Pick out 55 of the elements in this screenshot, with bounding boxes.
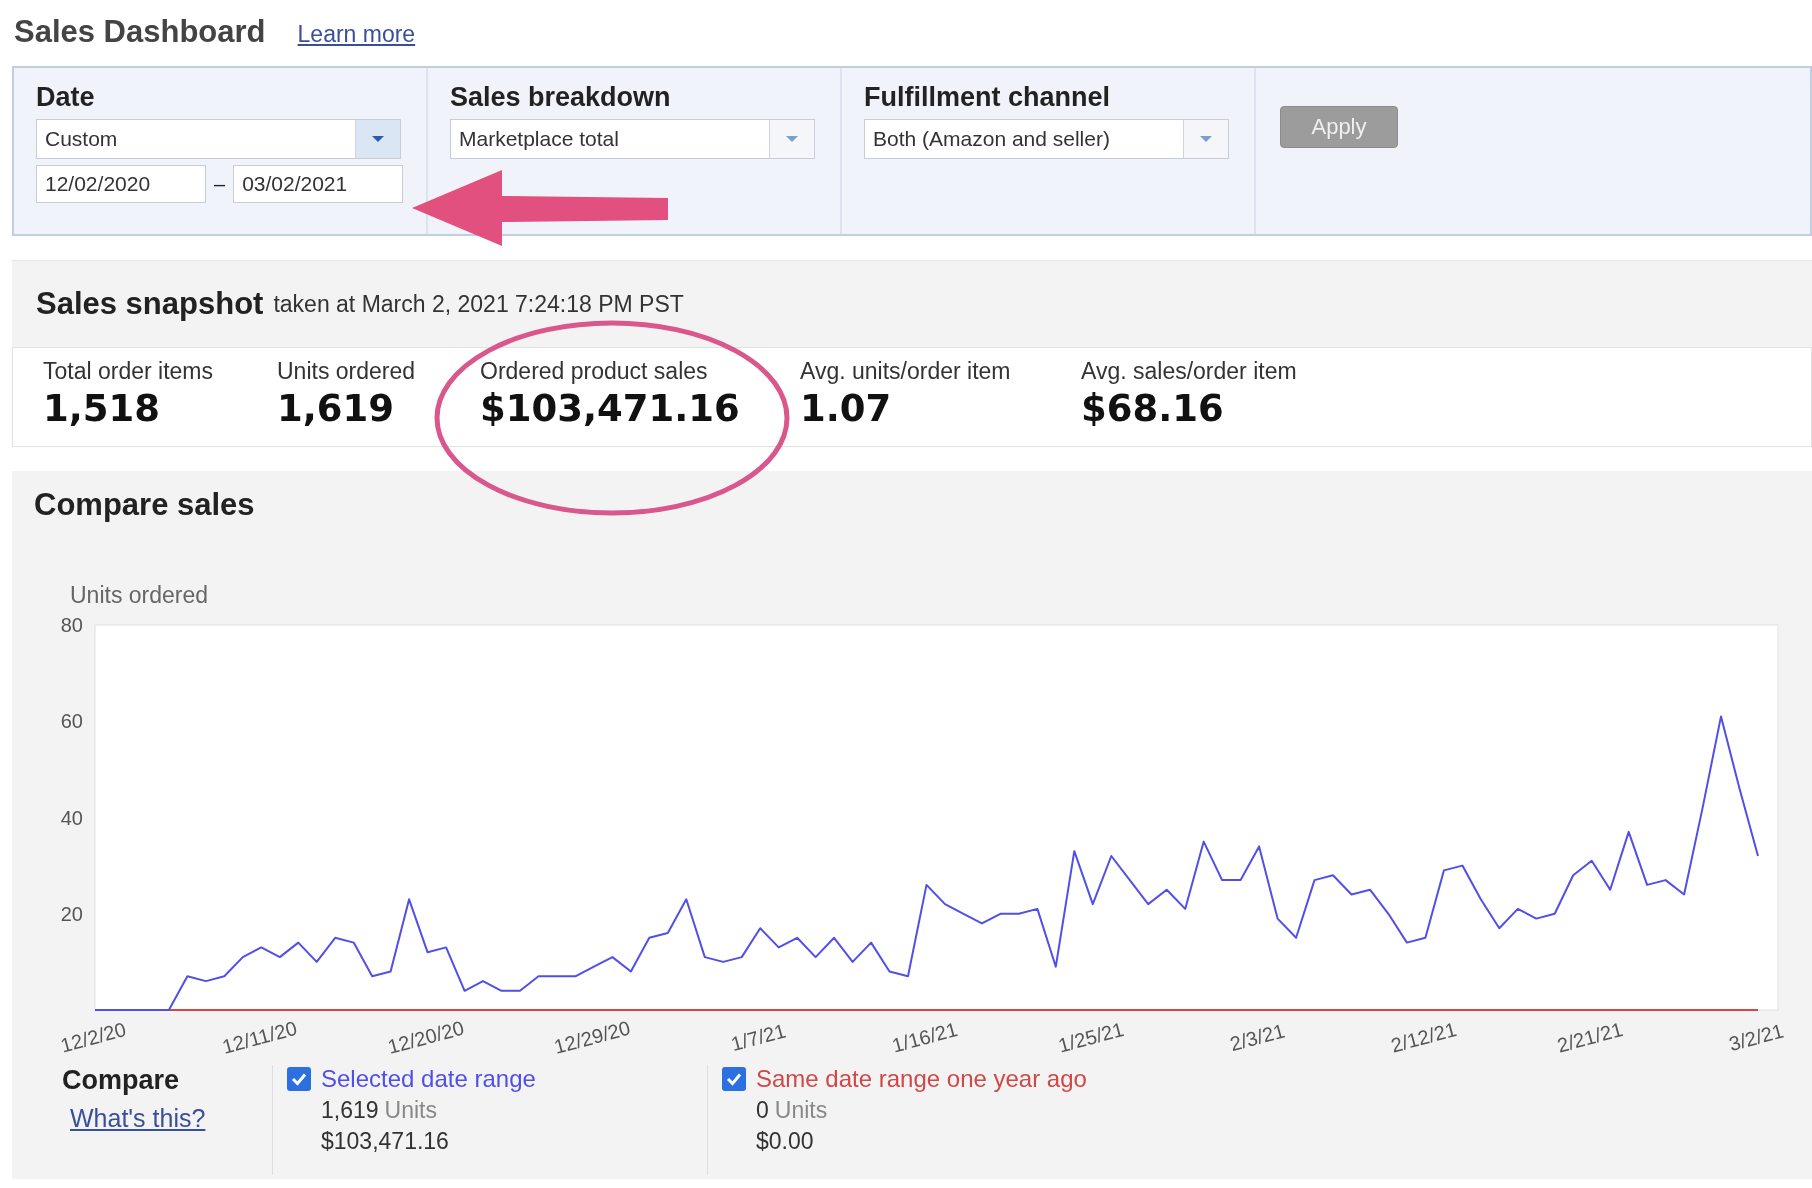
x-tick-label: 1/25/21	[1055, 1018, 1127, 1057]
y-axis-label: Units ordered	[70, 582, 210, 609]
x-tick-label: 12/20/20	[385, 1016, 467, 1058]
metric-label: Units ordered	[277, 358, 417, 385]
caret-icon	[1199, 135, 1213, 143]
section-title: Compare sales	[34, 487, 256, 523]
units-label: Units	[774, 1097, 828, 1124]
x-tick-label: 2/12/21	[1388, 1018, 1459, 1057]
compare-label: Compare	[62, 1065, 181, 1096]
units-label: Units	[384, 1097, 437, 1124]
y-tick-label: 40	[60, 806, 83, 829]
metric-label: Avg. sales/order item	[1081, 358, 1298, 385]
date-separator: –	[214, 172, 226, 196]
series-label: Selected date range	[321, 1065, 536, 1093]
metric-label: Total order items	[43, 358, 214, 385]
x-tick-label: 1/7/21	[728, 1019, 789, 1056]
page-title: Sales Dashboard	[14, 14, 266, 50]
x-tick-label: 3/2/21	[1726, 1019, 1786, 1056]
whats-this-link[interactable]: What's this?	[62, 1104, 272, 1133]
x-tick-label: 2/21/21	[1554, 1018, 1625, 1057]
checkbox[interactable]	[287, 1067, 311, 1091]
caret-icon	[371, 135, 385, 143]
metric-label: Avg. units/order item	[800, 358, 1012, 385]
metric-value: $68.16	[1081, 387, 1225, 430]
dropdown[interactable]: Custom	[36, 119, 401, 159]
y-tick-label: 80	[60, 614, 83, 636]
units-value: 1,619	[321, 1097, 379, 1124]
filter-label: Date	[36, 82, 96, 113]
learn-more-link[interactable]: Learn more	[297, 21, 416, 48]
sales-value: $0.00	[755, 1128, 815, 1155]
x-tick-label: 1/16/21	[889, 1018, 960, 1057]
section-title: Sales snapshot	[36, 286, 264, 322]
metric-value: 1.07	[800, 387, 893, 430]
x-tick-label: 12/2/20	[58, 1018, 129, 1057]
metric-label: Ordered product sales	[480, 358, 709, 385]
end-date-field[interactable]: 03/02/2021	[233, 165, 404, 203]
y-tick-label: 20	[60, 902, 83, 925]
metric-value: 1,619	[277, 387, 396, 430]
start-date-field[interactable]: 12/02/2020	[36, 165, 206, 203]
dropdown[interactable]: Both (Amazon and seller)	[864, 119, 1229, 159]
sales-value: $103,471.16	[320, 1128, 450, 1155]
filter-label: Fulfillment channel	[864, 82, 1112, 113]
dropdown[interactable]: Marketplace total	[450, 119, 815, 159]
caret-icon	[785, 135, 799, 143]
filter-label: Sales breakdown	[450, 82, 672, 113]
metric-value: $103,471.16	[480, 387, 741, 430]
y-tick-label: 60	[60, 710, 83, 733]
series-label: Same date range one year ago	[756, 1065, 1087, 1093]
x-tick-label: 2/3/21	[1227, 1019, 1287, 1056]
snapshot-timestamp: taken at March 2, 2021 7:24:18 PM PST	[273, 290, 684, 318]
x-tick-label: 12/29/20	[551, 1016, 633, 1058]
x-tick-label: 12/11/20	[219, 1016, 300, 1058]
metric-value: 1,518	[43, 387, 162, 430]
checkbox[interactable]	[722, 1067, 746, 1091]
units-value: 0	[756, 1097, 769, 1124]
